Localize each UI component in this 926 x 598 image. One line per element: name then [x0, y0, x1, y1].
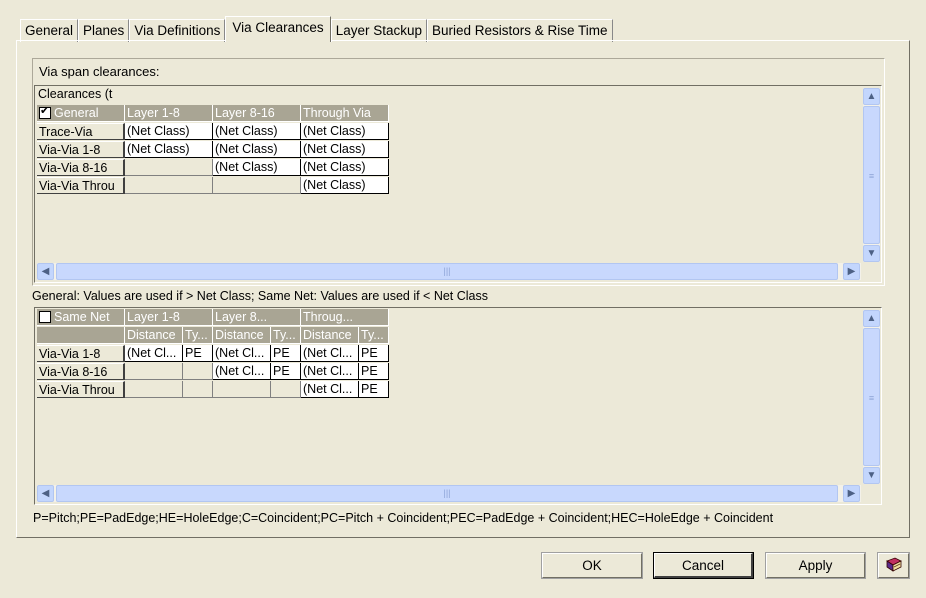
grid-caption: Clearances (t — [38, 87, 113, 101]
subheader-distance[interactable]: Distance — [125, 327, 183, 344]
grid-cell[interactable]: (Net Class) — [301, 123, 389, 140]
general-checkbox[interactable]: ✔ — [39, 105, 51, 119]
grid1-vscrollbar[interactable]: ▲ ≡ ▼ — [863, 88, 880, 262]
scroll-right-button[interactable]: ▶ — [843, 263, 860, 280]
checkmark-icon: ✔ — [40, 105, 50, 117]
grid2-hscrollbar[interactable]: ◀ ||| ▶ — [37, 485, 861, 502]
tab-via-definitions[interactable]: Via Definitions — [129, 19, 226, 42]
grid-cell-disabled — [271, 381, 301, 398]
grid-cell-disabled — [183, 363, 213, 380]
subheader-blank — [37, 327, 125, 344]
corner-label: Same Net — [54, 310, 110, 324]
col-header-through-via[interactable]: Through Via — [301, 105, 389, 122]
type-legend: P=Pitch;PE=PadEdge;HE=HoleEdge;C=Coincid… — [33, 511, 774, 525]
grid-cell[interactable]: (Net Class) — [301, 177, 389, 194]
grid-corner-same-net[interactable]: Same Net — [37, 309, 125, 326]
corner-label: General — [54, 106, 99, 120]
scroll-thumb[interactable]: ||| — [56, 485, 838, 502]
grid-cell-disabled — [125, 177, 213, 194]
grid-cell[interactable]: (Net Cl... — [213, 363, 271, 380]
row-header-via-via-through[interactable]: Via-Via Throu — [37, 381, 125, 398]
grid-cell[interactable]: (Net Class) — [301, 141, 389, 158]
scroll-up-button[interactable]: ▲ — [863, 310, 880, 327]
scroll-up-button[interactable]: ▲ — [863, 88, 880, 105]
row-header-trace-via[interactable]: Trace-Via — [37, 123, 125, 140]
scroll-left-button[interactable]: ◀ — [37, 263, 54, 280]
apply-button[interactable]: Apply — [765, 552, 866, 579]
grid-cell-disabled — [125, 381, 183, 398]
grid-cell[interactable]: (Net Class) — [125, 141, 213, 158]
grid-cell[interactable]: (Net Cl... — [213, 345, 271, 362]
scroll-thumb[interactable]: ≡ — [863, 106, 880, 244]
scroll-down-button[interactable]: ▼ — [863, 245, 880, 262]
grid-cell[interactable]: (Net Class) — [213, 123, 301, 140]
grid-cell[interactable]: (Net Class) — [125, 123, 213, 140]
col-header-through[interactable]: Throug... — [301, 309, 389, 326]
grid-corner-general[interactable]: ✔ General — [37, 105, 125, 122]
grid-cell[interactable]: PE — [183, 345, 213, 362]
grid-cell[interactable]: (Net Class) — [301, 159, 389, 176]
grid-cell[interactable]: (Net Cl... — [125, 345, 183, 362]
tab-via-clearances[interactable]: Via Clearances — [225, 16, 331, 42]
tab-buried-resistors[interactable]: Buried Resistors & Rise Time — [427, 19, 613, 42]
scroll-thumb[interactable]: ≡ — [863, 328, 880, 466]
same-net-checkbox[interactable] — [39, 311, 51, 323]
scroll-down-button[interactable]: ▼ — [863, 467, 880, 484]
general-samenet-note: General: Values are used if > Net Class;… — [32, 289, 489, 303]
grid-cell[interactable]: (Net Class) — [213, 159, 301, 176]
grid-cell-disabled — [125, 159, 213, 176]
grid1-hscrollbar[interactable]: ◀ ||| ▶ — [37, 263, 861, 280]
subheader-distance[interactable]: Distance — [213, 327, 271, 344]
grid-cell-disabled — [213, 381, 271, 398]
grid-cell[interactable]: PE — [271, 345, 301, 362]
ok-button[interactable]: OK — [541, 552, 643, 579]
col-header-layer-8[interactable]: Layer 8... — [213, 309, 301, 326]
via-span-label: Via span clearances: — [39, 64, 160, 79]
grid-cell[interactable]: (Net Cl... — [301, 363, 359, 380]
subheader-type[interactable]: Ty... — [183, 327, 213, 344]
grid-cell[interactable]: (Net Cl... — [301, 345, 359, 362]
tab-strip: General Planes Via Definitions Via Clear… — [20, 16, 613, 42]
tab-layer-stackup[interactable]: Layer Stackup — [330, 19, 427, 42]
grid-cell-disabled — [213, 177, 301, 194]
row-header-via-via-8-16[interactable]: Via-Via 8-16 — [37, 159, 125, 176]
col-header-layer-8-16[interactable]: Layer 8-16 — [213, 105, 301, 122]
grid-cell-disabled — [183, 381, 213, 398]
scroll-right-button[interactable]: ▶ — [843, 485, 860, 502]
scroll-left-button[interactable]: ◀ — [37, 485, 54, 502]
col-header-layer-1-8[interactable]: Layer 1-8 — [125, 105, 213, 122]
scroll-thumb[interactable]: ||| — [56, 263, 838, 280]
help-button[interactable] — [877, 552, 910, 579]
subheader-distance[interactable]: Distance — [301, 327, 359, 344]
grid2-vscrollbar[interactable]: ▲ ≡ ▼ — [863, 310, 880, 484]
same-net-grid[interactable]: Same Net Layer 1-8 Layer 8... Throug... … — [34, 307, 882, 505]
grid-cell[interactable]: PE — [359, 381, 389, 398]
grid-cell[interactable]: (Net Class) — [213, 141, 301, 158]
subheader-type[interactable]: Ty... — [271, 327, 301, 344]
tab-general[interactable]: General — [20, 19, 79, 42]
col-header-layer-1-8[interactable]: Layer 1-8 — [125, 309, 213, 326]
clearances-grid[interactable]: Clearances (t ✔ General Layer 1-8 Layer 8… — [34, 85, 882, 283]
grid-cell[interactable]: (Net Cl... — [301, 381, 359, 398]
row-header-via-via-1-8[interactable]: Via-Via 1-8 — [37, 141, 125, 158]
tab-planes[interactable]: Planes — [78, 19, 130, 42]
row-header-via-via-1-8[interactable]: Via-Via 1-8 — [37, 345, 125, 362]
row-header-via-via-through[interactable]: Via-Via Throu — [37, 177, 125, 194]
help-book-icon — [885, 557, 902, 572]
row-header-via-via-8-16[interactable]: Via-Via 8-16 — [37, 363, 125, 380]
grid-cell[interactable]: PE — [359, 345, 389, 362]
grid-cell-disabled — [125, 363, 183, 380]
grid-cell[interactable]: PE — [359, 363, 389, 380]
grid-cell[interactable]: PE — [271, 363, 301, 380]
cancel-button[interactable]: Cancel — [653, 552, 754, 579]
subheader-type[interactable]: Ty... — [359, 327, 389, 344]
